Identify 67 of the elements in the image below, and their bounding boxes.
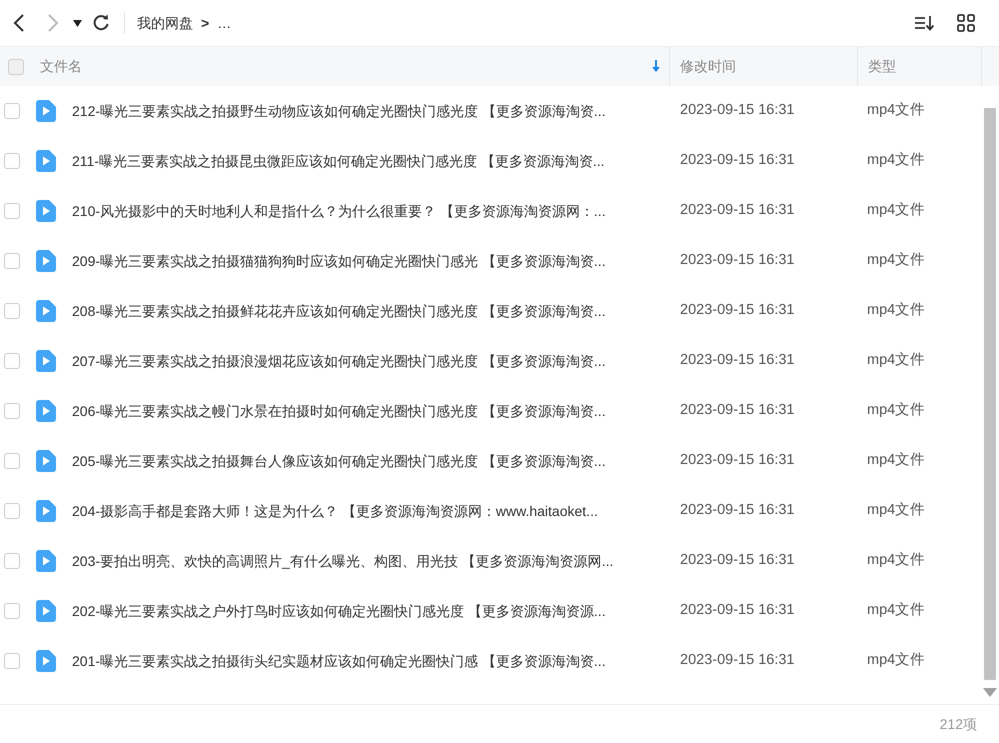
modified-time: 2023-09-15 16:31 — [679, 101, 796, 120]
file-name[interactable]: 207-曝光三要素实战之拍摄浪漫烟花应该如何确定光圈快门感光度 【更多资源海淘资... — [72, 350, 670, 372]
file-type: mp4文件 — [866, 551, 926, 570]
file-name[interactable]: 209-曝光三要素实战之拍摄猫猫狗狗时应该如何确定光圈快门感光 【更多资源海淘资... — [72, 250, 670, 272]
modified-time: 2023-09-15 16:31 — [679, 151, 796, 170]
breadcrumb-separator: > — [201, 14, 210, 32]
video-file-icon — [36, 150, 56, 172]
video-file-icon — [36, 450, 56, 472]
video-file-icon — [36, 550, 56, 572]
file-name[interactable]: 210-风光摄影中的天时地利人和是指什么？为什么很重要？ 【更多资源海淘资源网：... — [72, 200, 670, 222]
file-type: mp4文件 — [866, 251, 926, 270]
file-name[interactable]: 201-曝光三要素实战之拍摄街头纪实题材应该如何确定光圈快门感 【更多资源海淘资... — [72, 650, 670, 672]
modified-time: 2023-09-15 16:31 — [679, 451, 796, 470]
video-file-icon — [36, 300, 56, 322]
file-name[interactable]: 202-曝光三要素实战之户外打鸟时应该如何确定光圈快门感光度 【更多资源海淘资源... — [72, 600, 670, 622]
video-file-icon — [36, 500, 56, 522]
scroll-down-arrow[interactable] — [983, 688, 997, 697]
file-type: mp4文件 — [866, 451, 926, 470]
row-checkbox[interactable] — [4, 303, 20, 319]
file-type: mp4文件 — [866, 301, 926, 320]
row-checkbox[interactable] — [4, 553, 20, 569]
file-type: mp4文件 — [866, 101, 926, 120]
file-type: mp4文件 — [866, 601, 926, 620]
row-checkbox[interactable] — [4, 653, 20, 669]
row-checkbox[interactable] — [4, 353, 20, 369]
file-name[interactable]: 204-摄影高手都是套路大师！这是为什么？ 【更多资源海淘资源网：www.haitaoket... — [72, 500, 670, 522]
modified-time: 2023-09-15 16:31 — [679, 501, 796, 520]
breadcrumb-item[interactable]: … — [217, 12, 232, 34]
row-checkbox[interactable] — [4, 603, 20, 619]
file-type: mp4文件 — [866, 351, 926, 370]
row-checkbox[interactable] — [4, 253, 20, 269]
breadcrumb-item[interactable]: 我的网盘 — [137, 12, 193, 34]
file-name[interactable]: 212-曝光三要素实战之拍摄野生动物应该如何确定光圈快门感光度 【更多资源海淘资... — [72, 100, 670, 122]
row-checkbox[interactable] — [4, 153, 20, 169]
file-type: mp4文件 — [866, 151, 926, 170]
file-name[interactable]: 211-曝光三要素实战之拍摄昆虫微距应该如何确定光圈快门感光度 【更多资源海淘资... — [72, 150, 670, 172]
video-file-icon — [36, 600, 56, 622]
modified-time: 2023-09-15 16:31 — [679, 251, 796, 270]
item-count: 212项 — [940, 714, 977, 734]
video-file-icon — [36, 650, 56, 672]
modified-time: 2023-09-15 16:31 — [679, 551, 796, 570]
file-name[interactable]: 205-曝光三要素实战之拍摄舞台人像应该如何确定光圈快门感光度 【更多资源海淘资... — [72, 450, 670, 472]
row-checkbox[interactable] — [4, 203, 20, 219]
modified-time: 2023-09-15 16:31 — [679, 301, 796, 320]
file-type: mp4文件 — [866, 501, 926, 520]
video-file-icon — [36, 350, 56, 372]
video-file-icon — [36, 100, 56, 122]
select-all-checkbox[interactable] — [8, 58, 24, 74]
scrollbar-thumb[interactable] — [984, 108, 996, 680]
file-name[interactable]: 206-曝光三要素实战之幔门水景在拍摄时如何确定光圈快门感光度 【更多资源海淘资... — [72, 400, 670, 422]
modified-time: 2023-09-15 16:31 — [679, 351, 796, 370]
file-name[interactable]: 203-要拍出明亮、欢快的高调照片_有什么曝光、构图、用光技 【更多资源海淘资源网... — [72, 550, 670, 572]
file-type: mp4文件 — [866, 201, 926, 220]
modified-time: 2023-09-15 16:31 — [679, 651, 796, 670]
row-checkbox[interactable] — [4, 503, 20, 519]
video-file-icon — [36, 250, 56, 272]
video-file-icon — [36, 400, 56, 422]
video-file-icon — [36, 200, 56, 222]
modified-time: 2023-09-15 16:31 — [679, 201, 796, 220]
modified-time: 2023-09-15 16:31 — [679, 601, 796, 620]
file-type: mp4文件 — [866, 401, 926, 420]
row-checkbox[interactable] — [4, 103, 20, 119]
file-type: mp4文件 — [866, 651, 926, 670]
modified-time: 2023-09-15 16:31 — [679, 401, 796, 420]
row-checkbox[interactable] — [4, 453, 20, 469]
file-name[interactable]: 208-曝光三要素实战之拍摄鲜花花卉应该如何确定光圈快门感光度 【更多资源海淘资... — [72, 300, 670, 322]
row-checkbox[interactable] — [4, 403, 20, 419]
